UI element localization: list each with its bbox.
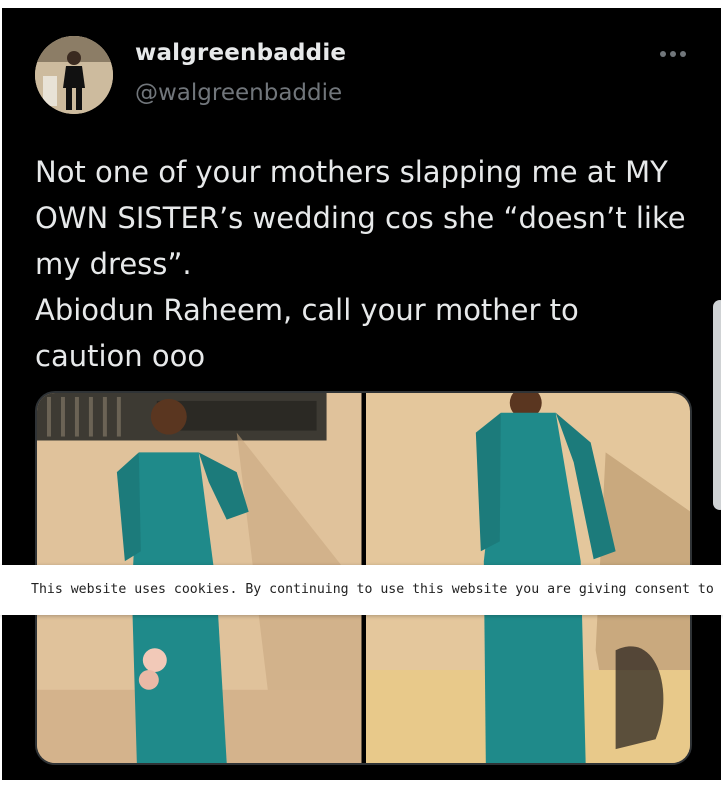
- ellipsis-horizontal-icon[interactable]: [660, 48, 690, 60]
- scrollbar[interactable]: [713, 300, 721, 510]
- display-name[interactable]: walgreenbaddie: [135, 40, 346, 66]
- tweet-card: walgreenbaddie @walgreenbaddie Not one o…: [2, 8, 721, 780]
- avatar-image: [35, 36, 113, 114]
- cookie-banner-text: This website uses cookies. By continuing…: [31, 582, 723, 597]
- tweet-text: Not one of your mothers slapping me at M…: [35, 155, 686, 373]
- user-handle[interactable]: @walgreenbaddie: [135, 80, 342, 106]
- cookie-banner: This website uses cookies. By continuing…: [0, 565, 723, 615]
- avatar[interactable]: [35, 36, 113, 114]
